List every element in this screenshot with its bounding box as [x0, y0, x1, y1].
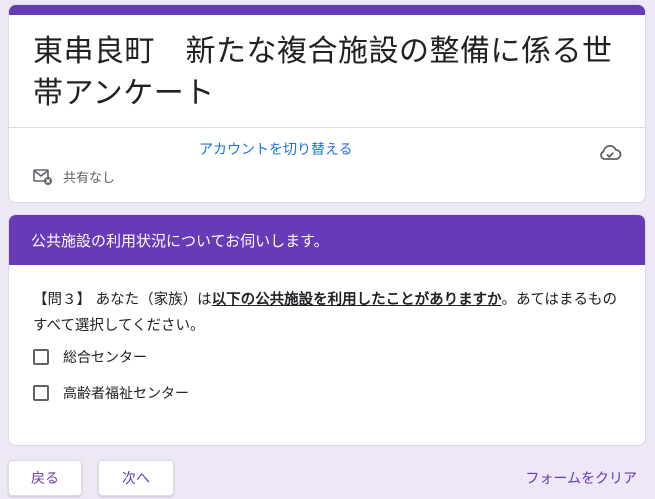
option-label: 総合センター: [63, 350, 147, 366]
option-general-center[interactable]: 総合センター: [33, 339, 645, 375]
next-button[interactable]: 次へ: [98, 460, 174, 496]
clear-form-link[interactable]: フォームをクリア: [525, 468, 637, 488]
checkbox[interactable]: [33, 349, 49, 365]
switch-account-link[interactable]: アカウントを切り替える: [199, 139, 353, 159]
option-label: 高齢者福祉センター: [63, 386, 189, 402]
question-prefix: 【問３】 あなた（家族）は: [33, 292, 212, 308]
question-emphasis: 以下の公共施設を利用したことがありますか: [211, 292, 502, 308]
question-section-card: 公共施設の利用状況についてお伺いします。 【問３】 あなた（家族）は以下の公共施…: [8, 214, 646, 446]
checkbox[interactable]: [33, 385, 49, 401]
section-title: 公共施設の利用状況についてお伺いします。: [9, 215, 645, 265]
share-status-row: 共有なし: [33, 167, 115, 186]
form-title: 東串良町 新たな複合施設の整備に係る世帯アンケート: [33, 34, 613, 111]
back-button[interactable]: 戻る: [8, 460, 82, 496]
mail-not-shared-icon: [33, 168, 52, 185]
option-elderly-welfare-center[interactable]: 高齢者福祉センター: [33, 375, 645, 411]
header-accent-bar: [9, 5, 645, 15]
question-text: 【問３】 あなた（家族）は以下の公共施設を利用したことがありますか。あてはまるも…: [33, 287, 621, 339]
header-divider: [9, 127, 645, 128]
share-status-text: 共有なし: [63, 171, 116, 186]
form-header-card: 東串良町 新たな複合施設の整備に係る世帯アンケート アカウントを切り替える 共有…: [8, 4, 646, 203]
cloud-sync-icon: [600, 144, 622, 160]
